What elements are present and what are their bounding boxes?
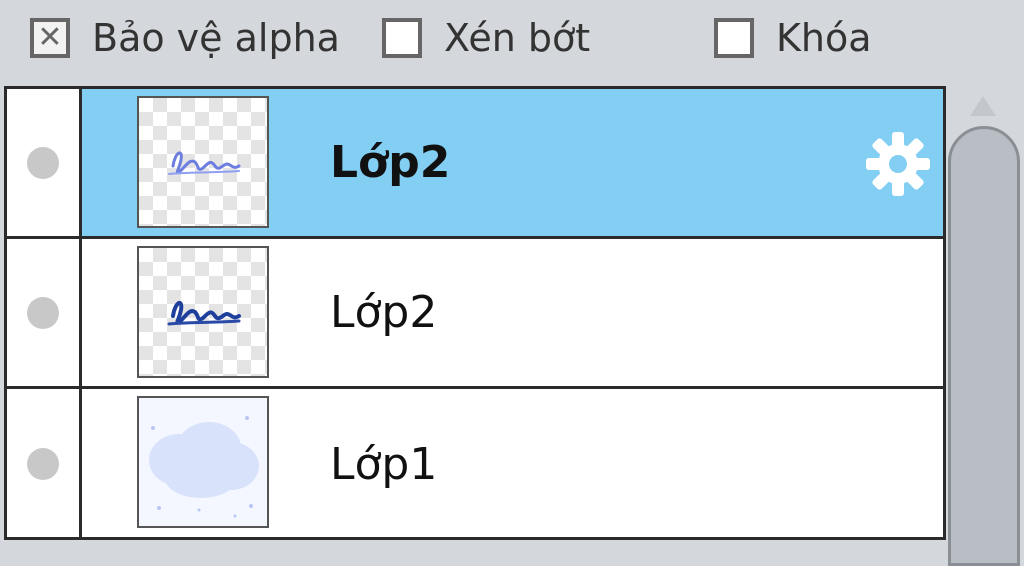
visibility-dot-icon [27, 448, 59, 480]
layer-name: Lớp2 [330, 287, 438, 338]
layer-thumbnail [137, 96, 269, 228]
layer-name: Lớp1 [330, 438, 438, 490]
layer-thumbnail [137, 396, 269, 528]
clip-option[interactable]: Xén bớt [382, 14, 590, 62]
gear-icon[interactable] [863, 129, 933, 199]
clip-label: Xén bớt [444, 16, 591, 60]
layer-options-toolbar: ✕ Bảo vệ alpha Xén bớt Khóa [0, 0, 1024, 80]
alpha-protect-checkbox[interactable]: ✕ [30, 18, 70, 58]
scroll-up-arrow-icon[interactable] [966, 92, 1000, 120]
alpha-protect-option[interactable]: ✕ Bảo vệ alpha [30, 14, 340, 62]
layer-visibility-toggle[interactable] [7, 239, 82, 386]
handwriting-thumbnail-icon [168, 151, 241, 175]
visibility-dot-icon [27, 296, 59, 329]
alpha-protect-label: Bảo vệ alpha [92, 16, 340, 60]
lock-label: Khóa [776, 16, 872, 60]
layer-row[interactable]: Lớp2 [7, 239, 943, 389]
layer-row-content[interactable]: Lớp1 [82, 389, 943, 537]
scrollbar-thumb[interactable] [948, 126, 1020, 566]
cloud-thumbnail-icon [139, 398, 267, 526]
layer-name: Lớp2 [330, 137, 451, 188]
visibility-dot-icon [27, 146, 59, 179]
check-mark-icon: ✕ [37, 20, 63, 55]
layer-row[interactable]: Lớp1 [7, 389, 943, 537]
layer-row-content[interactable]: Lớp2 [82, 239, 943, 386]
layer-list: Lớp2 Lớp2 Lớp1 [4, 86, 946, 540]
lock-option[interactable]: Khóa [714, 14, 872, 62]
layer-row[interactable]: Lớp2 [7, 89, 943, 239]
handwriting-thumbnail-icon [167, 300, 241, 326]
clip-checkbox[interactable] [382, 18, 422, 58]
layer-visibility-toggle[interactable] [7, 89, 82, 236]
layer-row-content[interactable]: Lớp2 [82, 89, 943, 236]
lock-checkbox[interactable] [714, 18, 754, 58]
layer-thumbnail [137, 246, 269, 378]
layer-visibility-toggle[interactable] [7, 389, 82, 537]
